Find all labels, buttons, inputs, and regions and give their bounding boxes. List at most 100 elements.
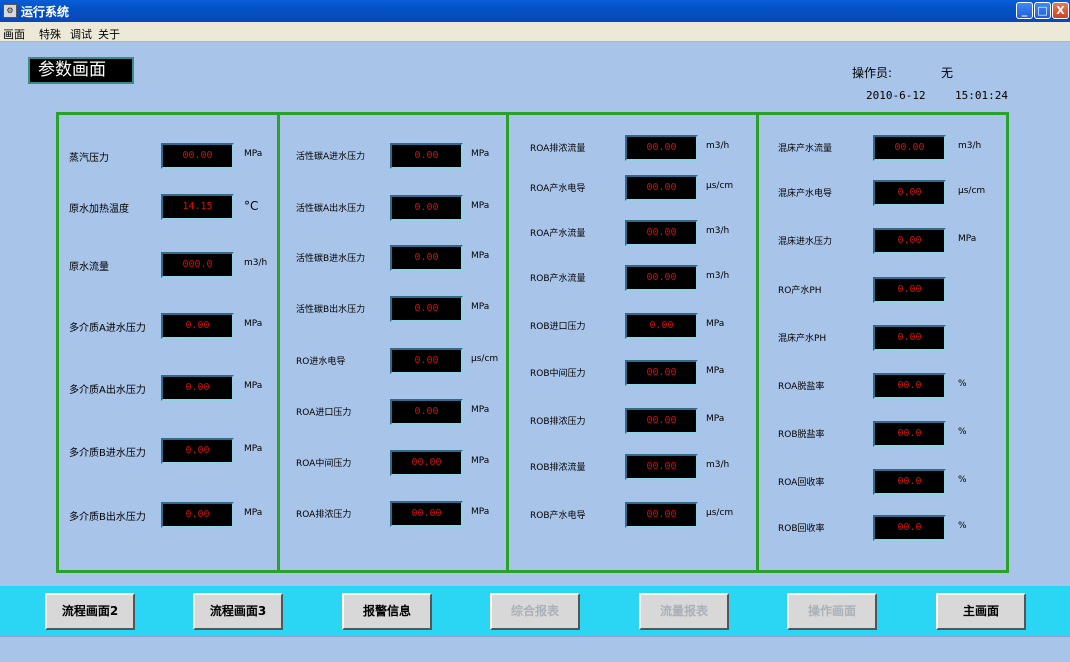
unit-conductivity: μs/cm xyxy=(706,181,734,191)
parameter-value: 00.00 xyxy=(625,408,698,434)
parameter-value: 0.00 xyxy=(625,313,698,339)
parameter-value: 0.00 xyxy=(390,195,463,221)
parameter-label: ROA中间压力 xyxy=(296,459,352,469)
parameter-label: ROA脱盐率 xyxy=(778,382,825,392)
unit-mpa: MPa xyxy=(471,149,490,159)
unit-m3h: m3/h xyxy=(706,141,730,151)
unit-conductivity: μs/cm xyxy=(958,186,986,196)
summary-report-button[interactable]: 综合报表 xyxy=(490,593,580,630)
parameter-label: ROB产水电导 xyxy=(530,511,586,521)
parameter-value: 00.00 xyxy=(161,143,234,169)
unit-percent: % xyxy=(958,475,967,485)
operation-screen-button[interactable]: 操作画面 xyxy=(787,593,877,630)
parameter-value: 00.0 xyxy=(873,421,946,447)
flow-report-button[interactable]: 流量报表 xyxy=(639,593,729,630)
status-strip xyxy=(0,636,1070,662)
parameter-label: 混床产水PH xyxy=(778,334,827,344)
parameter-value: 00.00 xyxy=(625,502,698,528)
parameter-label: 多介质B出水压力 xyxy=(69,512,146,523)
unit-celsius: °C xyxy=(244,199,259,213)
parameter-label: 混床进水压力 xyxy=(778,237,833,247)
operator-label: 操作员: xyxy=(852,66,893,80)
parameter-label: 活性碳A出水压力 xyxy=(296,204,366,214)
unit-m3h: m3/h xyxy=(706,226,730,236)
parameter-value: 0.00 xyxy=(390,143,463,169)
parameter-value: 0.00 xyxy=(161,375,234,401)
parameter-label: ROB中间压力 xyxy=(530,369,586,379)
parameter-label: 活性碳B进水压力 xyxy=(296,254,366,264)
title-bar: ⚙ 运行系统 _ □ X xyxy=(0,0,1070,22)
app-icon: ⚙ xyxy=(3,4,17,18)
page-title: 参数画面 xyxy=(28,57,134,84)
operator-value: 无 xyxy=(941,66,954,80)
menu-item-debug[interactable]: 调试 xyxy=(70,26,92,42)
maximize-button[interactable]: □ xyxy=(1034,2,1051,19)
parameter-value: 00.00 xyxy=(873,135,946,161)
unit-mpa: MPa xyxy=(706,414,725,424)
unit-mpa: MPa xyxy=(471,507,490,517)
parameter-value: 00.0 xyxy=(873,469,946,495)
unit-mpa: MPa xyxy=(244,319,263,329)
parameter-label: ROB回收率 xyxy=(778,524,825,534)
panel-divider xyxy=(277,115,280,570)
parameter-label: ROA回收率 xyxy=(778,478,825,488)
close-button[interactable]: X xyxy=(1052,2,1069,19)
parameter-value: 00.0 xyxy=(873,373,946,399)
unit-mpa: MPa xyxy=(471,251,490,261)
parameter-label: ROB排浓流量 xyxy=(530,463,586,473)
parameter-label: RO进水电导 xyxy=(296,357,346,367)
parameter-value: 00.00 xyxy=(625,454,698,480)
parameter-label: ROB脱盐率 xyxy=(778,430,825,440)
panel-divider xyxy=(506,115,509,570)
parameter-value: 0.00 xyxy=(873,180,946,206)
parameter-value: 00.00 xyxy=(390,501,463,527)
parameter-value: 00.00 xyxy=(625,220,698,246)
window-title: 运行系统 xyxy=(21,5,70,19)
unit-mpa: MPa xyxy=(244,381,263,391)
parameter-value: 0.00 xyxy=(390,296,463,322)
parameter-value: 00.00 xyxy=(625,175,698,201)
parameter-value: 0.00 xyxy=(161,502,234,528)
parameter-label: ROB排浓压力 xyxy=(530,417,586,427)
parameter-value: 0.00 xyxy=(873,325,946,351)
parameter-label: ROA产水流量 xyxy=(530,229,586,239)
unit-m3h: m3/h xyxy=(706,271,730,281)
parameter-label: ROA产水电导 xyxy=(530,184,586,194)
parameter-label: 混床产水流量 xyxy=(778,144,833,154)
date-display: 2010-6-12 xyxy=(866,89,926,102)
parameter-label: ROB产水流量 xyxy=(530,274,586,284)
unit-mpa: MPa xyxy=(244,444,263,454)
unit-mpa: MPa xyxy=(471,456,490,466)
unit-mpa: MPa xyxy=(706,366,725,376)
parameter-value: 00.00 xyxy=(390,450,463,476)
unit-m3h: m3/h xyxy=(244,258,268,268)
main-screen-button[interactable]: 主画面 xyxy=(936,593,1026,630)
parameter-label: 活性碳B出水压力 xyxy=(296,305,366,315)
parameter-label: 多介质A进水压力 xyxy=(69,323,146,334)
unit-mpa: MPa xyxy=(706,319,725,329)
minimize-button[interactable]: _ xyxy=(1016,2,1033,19)
alarm-info-button[interactable]: 报警信息 xyxy=(342,593,432,630)
flow-screen-2-button[interactable]: 流程画面2 xyxy=(45,593,135,630)
unit-mpa: MPa xyxy=(958,234,977,244)
flow-screen-3-button[interactable]: 流程画面3 xyxy=(193,593,283,630)
parameter-label: 原水加热温度 xyxy=(69,204,129,215)
unit-mpa: MPa xyxy=(244,149,263,159)
unit-conductivity: μs/cm xyxy=(706,508,734,518)
parameter-label: 蒸汽压力 xyxy=(69,153,109,164)
parameter-value: 0.00 xyxy=(161,438,234,464)
unit-m3h: m3/h xyxy=(706,460,730,470)
parameter-value: 00.00 xyxy=(625,265,698,291)
menu-item-special[interactable]: 特殊 xyxy=(39,26,61,42)
parameter-label: ROB进口压力 xyxy=(530,322,586,332)
unit-percent: % xyxy=(958,427,967,437)
unit-conductivity: μs/cm xyxy=(471,354,499,364)
menu-bar: 画面 特殊 调试 关于 xyxy=(0,22,1070,42)
parameter-label: 多介质B进水压力 xyxy=(69,448,146,459)
unit-mpa: MPa xyxy=(471,201,490,211)
parameter-label: ROA排浓压力 xyxy=(296,510,352,520)
menu-item-screen[interactable]: 画面 xyxy=(3,26,25,42)
parameter-value: 0.00 xyxy=(161,313,234,339)
parameter-value: 0.00 xyxy=(873,277,946,303)
menu-item-about[interactable]: 关于 xyxy=(98,26,120,42)
